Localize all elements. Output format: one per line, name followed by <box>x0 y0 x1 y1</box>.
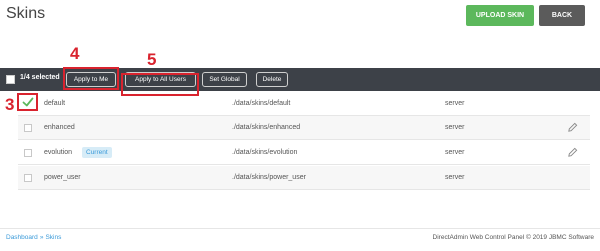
skin-path: ./data/skins/enhanced <box>232 124 301 131</box>
table-row[interactable]: evolution Current ./data/skins/evolution… <box>18 141 590 165</box>
breadcrumb: Dashboard» Skins <box>6 234 61 241</box>
page-title: Skins <box>6 5 46 22</box>
skin-path: ./data/skins/default <box>232 100 291 107</box>
skin-name: evolution <box>44 149 73 156</box>
back-button[interactable]: BACK <box>539 5 585 26</box>
row-checkbox[interactable] <box>24 174 32 182</box>
breadcrumb-dashboard-link[interactable]: Dashboard <box>6 234 38 241</box>
annotation-number-5: 5 <box>147 50 157 69</box>
set-global-button[interactable]: Set Global <box>202 72 247 87</box>
pencil-icon[interactable] <box>567 147 578 158</box>
table-row[interactable]: default ./data/skins/default server <box>18 92 590 116</box>
delete-button[interactable]: Delete <box>256 72 288 87</box>
row-checkbox[interactable] <box>24 149 32 157</box>
skin-name: default <box>44 100 66 107</box>
annotation-box-4 <box>63 67 119 90</box>
skin-name: power_user <box>44 174 81 181</box>
table-row[interactable]: power_user ./data/skins/power_user serve… <box>18 166 590 190</box>
current-badge: Current <box>82 147 112 158</box>
upload-skin-button[interactable]: UPLOAD SKIN <box>466 5 534 26</box>
pencil-icon[interactable] <box>567 122 578 133</box>
breadcrumb-separator: » <box>39 234 44 241</box>
skin-type: server <box>445 174 465 181</box>
skin-type: server <box>445 124 465 131</box>
breadcrumb-skins-link[interactable]: Skins <box>45 234 61 241</box>
selection-count: 1/4 selected <box>20 74 60 81</box>
skin-type: server <box>445 100 465 107</box>
select-all-checkbox[interactable] <box>6 75 15 84</box>
skin-type: server <box>445 149 465 156</box>
check-icon[interactable] <box>22 96 34 108</box>
annotation-number-3: 3 <box>5 95 15 114</box>
skin-path: ./data/skins/power_user <box>232 174 306 181</box>
copyright-text: DirectAdmin Web Control Panel © 2019 JBM… <box>432 234 594 241</box>
skin-path: ./data/skins/evolution <box>232 149 298 156</box>
footer-divider <box>0 228 600 229</box>
annotation-number-4: 4 <box>70 44 80 63</box>
row-checkbox[interactable] <box>24 124 32 132</box>
table-row[interactable]: enhanced ./data/skins/enhanced server <box>18 116 590 140</box>
skin-name: enhanced <box>44 124 75 131</box>
